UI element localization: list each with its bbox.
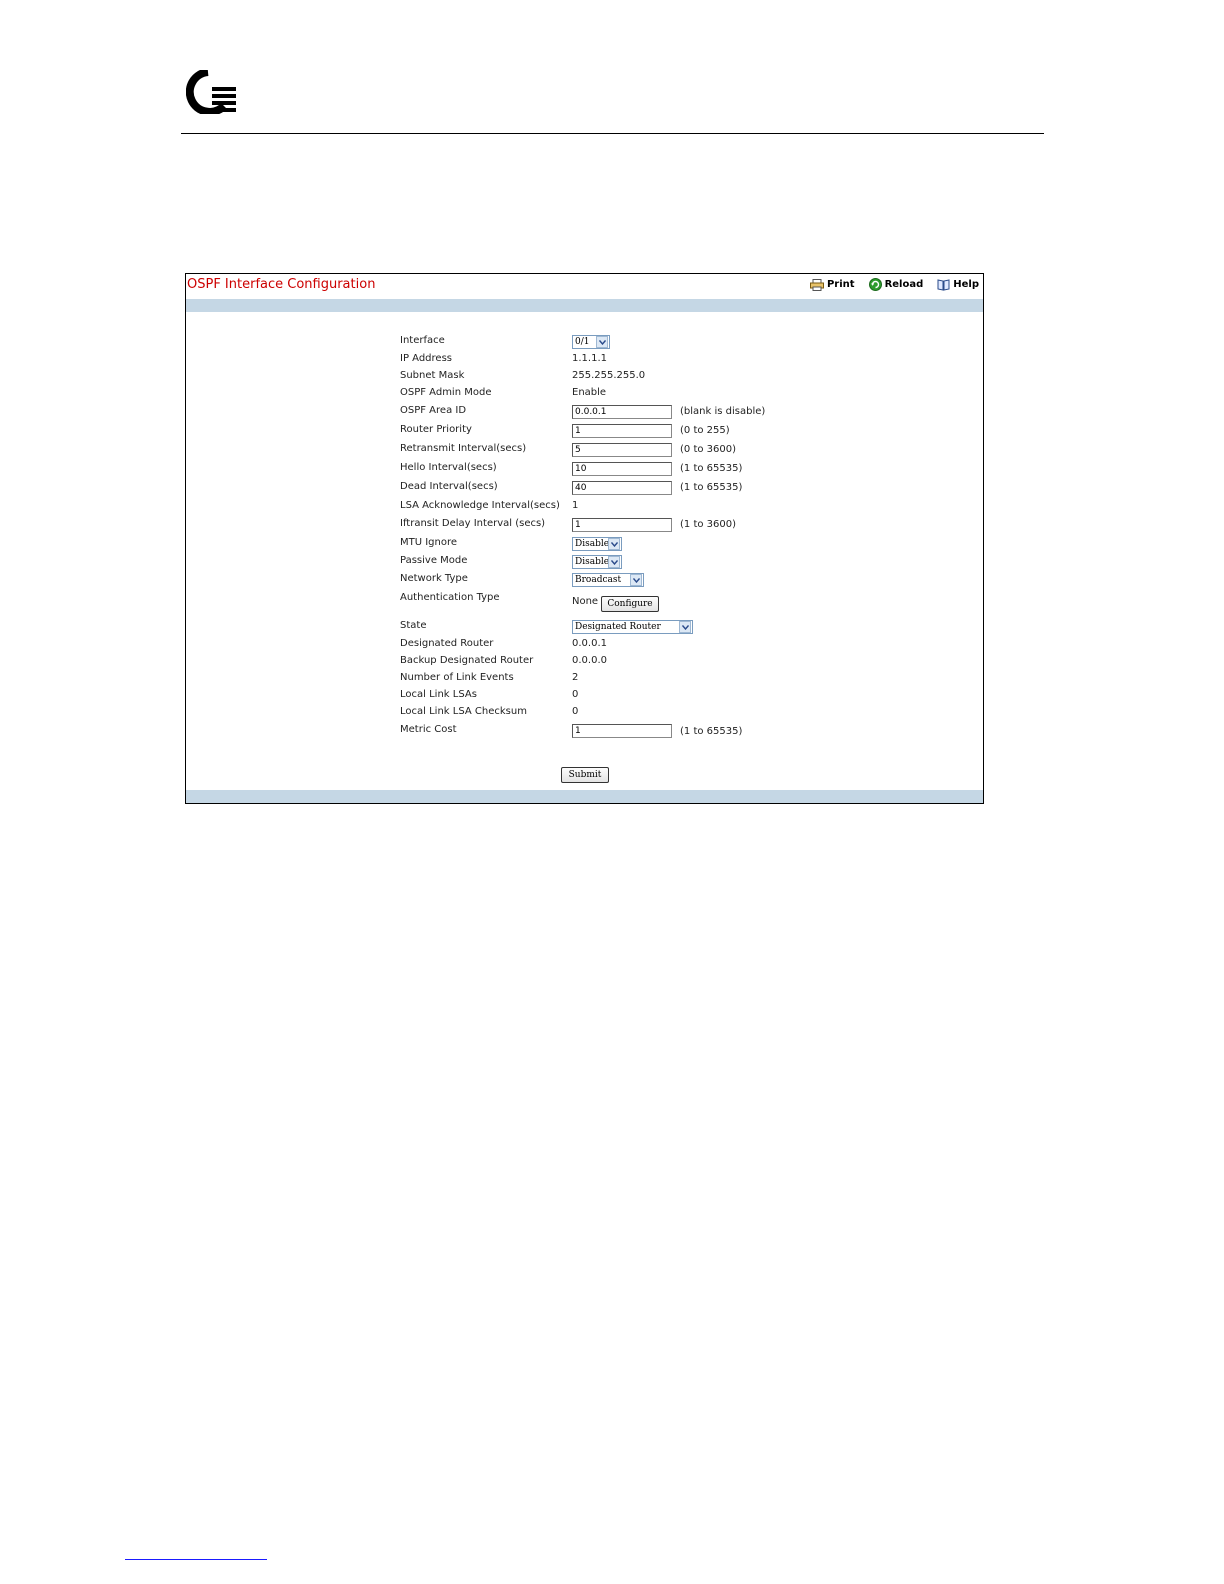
retransmit-interval-hint: (0 to 3600) <box>680 444 737 455</box>
local-link-lsas-value: 0 <box>572 689 579 700</box>
auth-type-value: None <box>572 596 599 607</box>
header-divider <box>181 133 1044 134</box>
link-events-value: 2 <box>572 672 579 683</box>
metric-cost-hint: (1 to 65535) <box>680 726 743 737</box>
dead-interval-label: Dead Interval(secs) <box>400 481 498 492</box>
ip-address-value: 1.1.1.1 <box>572 353 607 364</box>
ip-address-label: IP Address <box>400 353 452 364</box>
transit-delay-label: Iftransit Delay Interval (secs) <box>400 518 546 529</box>
footer-link-underline <box>125 1559 267 1560</box>
admin-mode-value: Enable <box>572 387 607 398</box>
hello-interval-label: Hello Interval(secs) <box>400 462 497 473</box>
lsa-ack-interval-label: LSA Acknowledge Interval(secs) <box>400 500 560 511</box>
transit-delay-input[interactable] <box>572 518 672 532</box>
state-label: State <box>400 620 427 631</box>
area-id-hint: (blank is disable) <box>680 406 766 417</box>
local-link-lsa-checksum-label: Local Link LSA Checksum <box>400 706 527 717</box>
subnet-mask-label: Subnet Mask <box>400 370 465 381</box>
interface-select-value: 0/1 <box>575 337 590 347</box>
chevron-down-icon <box>608 556 620 568</box>
local-link-lsa-checksum-value: 0 <box>572 706 579 717</box>
title-bar: OSPF Interface Configuration Print Reloa… <box>186 274 983 298</box>
network-type-select[interactable]: Broadcast <box>572 573 644 587</box>
page-title: OSPF Interface Configuration <box>187 277 376 292</box>
dead-interval-input[interactable] <box>572 481 672 495</box>
link-events-label: Number of Link Events <box>400 672 514 683</box>
help-label: Help <box>953 279 979 290</box>
mtu-ignore-select-value: Disable <box>575 539 608 549</box>
router-priority-input[interactable] <box>572 424 672 438</box>
router-priority-hint: (0 to 255) <box>680 425 730 436</box>
area-id-label: OSPF Area ID <box>400 405 467 416</box>
reload-label: Reload <box>884 279 924 290</box>
passive-mode-label: Passive Mode <box>400 555 468 566</box>
chevron-down-icon <box>608 538 620 550</box>
lsa-ack-interval-value: 1 <box>572 500 579 511</box>
configure-button[interactable]: Configure <box>601 596 659 612</box>
bottom-band <box>186 790 983 803</box>
screenshot-panel: OSPF Interface Configuration Print Reloa… <box>185 273 984 804</box>
state-select-value: Designated Router <box>575 622 661 632</box>
toolbar: Print Reload Help <box>809 278 979 291</box>
designated-router-label: Designated Router <box>400 638 494 649</box>
print-button[interactable]: Print <box>809 278 855 291</box>
help-book-icon <box>937 278 950 291</box>
subnet-mask-value: 255.255.255.0 <box>572 370 646 381</box>
passive-mode-select[interactable]: Disable <box>572 555 622 569</box>
retransmit-interval-label: Retransmit Interval(secs) <box>400 443 527 454</box>
interface-label: Interface <box>400 335 445 346</box>
mtu-ignore-select[interactable]: Disable <box>572 537 622 551</box>
hello-interval-hint: (1 to 65535) <box>680 463 743 474</box>
print-label: Print <box>826 279 855 290</box>
network-type-label: Network Type <box>400 573 468 584</box>
backup-designated-router-label: Backup Designated Router <box>400 655 534 666</box>
passive-mode-select-value: Disable <box>575 557 608 567</box>
chevron-down-icon <box>679 621 691 633</box>
top-band <box>186 299 983 312</box>
help-button[interactable]: Help <box>937 278 979 291</box>
auth-type-label: Authentication Type <box>400 592 500 603</box>
hello-interval-input[interactable] <box>572 462 672 476</box>
metric-cost-input[interactable] <box>572 724 672 738</box>
chevron-down-icon <box>596 336 608 348</box>
chevron-down-icon <box>630 574 642 586</box>
submit-button[interactable]: Submit <box>561 767 609 783</box>
local-link-lsas-label: Local Link LSAs <box>400 689 477 700</box>
mtu-ignore-label: MTU Ignore <box>400 537 458 548</box>
router-priority-label: Router Priority <box>400 424 472 435</box>
reload-button[interactable]: Reload <box>868 278 924 291</box>
metric-cost-label: Metric Cost <box>400 724 457 735</box>
printer-icon <box>809 278 824 291</box>
network-type-select-value: Broadcast <box>575 575 622 585</box>
reload-icon <box>868 278 882 291</box>
transit-delay-hint: (1 to 3600) <box>680 519 737 530</box>
state-select[interactable]: Designated Router <box>572 620 693 634</box>
admin-mode-label: OSPF Admin Mode <box>400 387 492 398</box>
backup-designated-router-value: 0.0.0.0 <box>572 655 607 666</box>
retransmit-interval-input[interactable] <box>572 443 672 457</box>
company-logo-icon <box>186 70 236 114</box>
dead-interval-hint: (1 to 65535) <box>680 482 743 493</box>
interface-select[interactable]: 0/1 <box>572 335 610 349</box>
area-id-input[interactable] <box>572 405 672 419</box>
designated-router-value: 0.0.0.1 <box>572 638 607 649</box>
